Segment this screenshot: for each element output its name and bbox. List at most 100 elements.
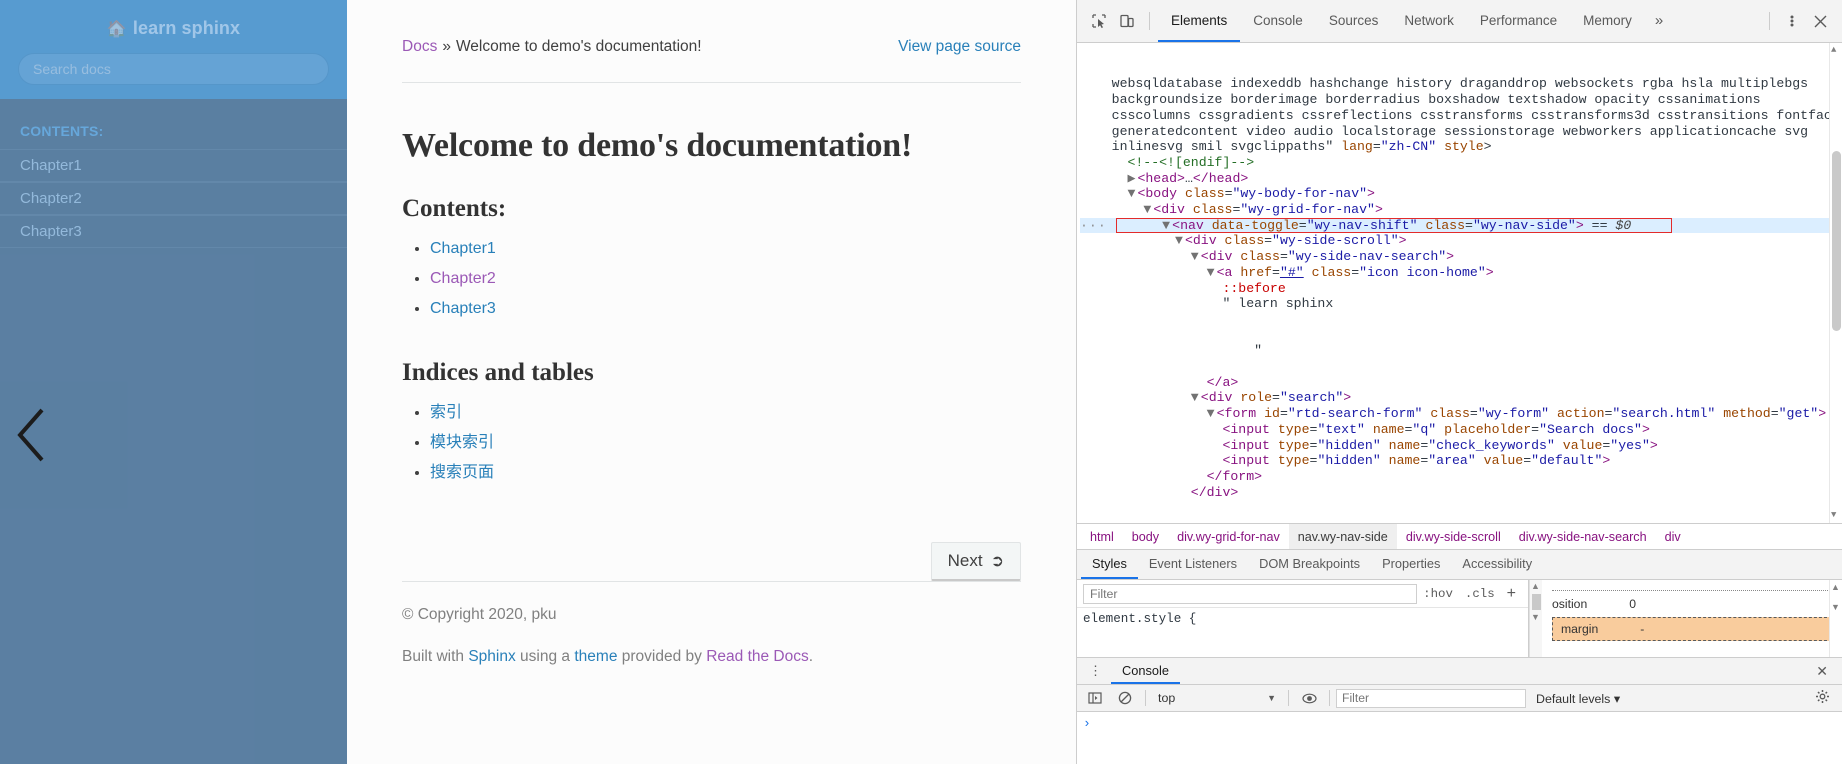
- drawer-more-options-icon[interactable]: ⋮: [1081, 663, 1111, 679]
- dom-node[interactable]: <!--<![endif]-->: [1080, 155, 1842, 171]
- view-page-source-link[interactable]: View page source: [898, 38, 1021, 56]
- tab-console[interactable]: Console: [1240, 0, 1316, 42]
- home-brand-link[interactable]: 🏠learn sphinx: [18, 12, 329, 53]
- dom-node[interactable]: generatedcontent video audio localstorag…: [1080, 124, 1842, 140]
- dom-node[interactable]: [1080, 312, 1842, 328]
- dom-node[interactable]: ::before: [1080, 281, 1842, 297]
- index-link-modindex[interactable]: 模块索引: [430, 434, 494, 451]
- node-badge-icon[interactable]: ···: [1080, 218, 1107, 233]
- sphinx-link[interactable]: Sphinx: [468, 648, 515, 665]
- dom-node[interactable]: ▼<body class="wy-body-for-nav">: [1080, 186, 1842, 202]
- position-value[interactable]: 0: [1629, 597, 1636, 611]
- content-link-chapter3[interactable]: Chapter3: [430, 300, 496, 317]
- inspect-element-icon[interactable]: [1085, 7, 1113, 35]
- dom-node[interactable]: </div>: [1080, 485, 1842, 501]
- dom-node[interactable]: [1080, 328, 1842, 344]
- new-style-rule-button[interactable]: +: [1501, 585, 1522, 603]
- dom-node[interactable]: </a>: [1080, 375, 1842, 391]
- dom-node[interactable]: ": [1080, 343, 1842, 359]
- scrollbar-thumb[interactable]: [1832, 151, 1841, 331]
- breadcrumb-docs-link[interactable]: Docs: [402, 38, 437, 56]
- styles-tab-properties[interactable]: Properties: [1371, 550, 1451, 579]
- dom-node[interactable]: websqldatabase indexeddb hashchange hist…: [1080, 76, 1842, 92]
- device-toolbar-icon[interactable]: [1113, 7, 1141, 35]
- breadcrumb-node-0[interactable]: html: [1081, 524, 1123, 549]
- dom-node[interactable]: <input type="hidden" name="area" value="…: [1080, 453, 1842, 469]
- styles-tab-accessibility[interactable]: Accessibility: [1451, 550, 1543, 579]
- dom-node[interactable]: csscolumns cssgradients cssreflections c…: [1080, 108, 1842, 124]
- styles-scroll-up-icon[interactable]: ▲: [1531, 581, 1540, 591]
- index-link-search[interactable]: 搜索页面: [430, 464, 494, 481]
- sidebar-item-chapter2[interactable]: Chapter2: [0, 182, 347, 215]
- styles-filter-input[interactable]: [1083, 584, 1417, 604]
- sidebar-item-chapter3[interactable]: Chapter3: [0, 215, 347, 248]
- drawer-tab-console[interactable]: Console: [1111, 658, 1180, 684]
- dom-node[interactable]: ▶<head>…</head>: [1080, 171, 1842, 187]
- dom-node[interactable]: backgroundsize borderimage borderradius …: [1080, 92, 1842, 108]
- dom-node-selected[interactable]: ··· ▼<nav data-toggle="wy-nav-shift" cla…: [1080, 218, 1842, 234]
- dom-node[interactable]: [1080, 359, 1842, 375]
- dom-node[interactable]: ▼<div role="search">: [1080, 390, 1842, 406]
- breadcrumb-node-5[interactable]: div.wy-side-nav-search: [1510, 524, 1656, 549]
- breadcrumb-node-3[interactable]: nav.wy-nav-side: [1289, 524, 1397, 549]
- dom-node[interactable]: <input type="text" name="q" placeholder=…: [1080, 422, 1842, 438]
- live-expression-icon[interactable]: [1295, 684, 1323, 712]
- console-context-select[interactable]: top ▼: [1152, 691, 1282, 705]
- dom-node[interactable]: ▼<div class="wy-side-scroll">: [1080, 233, 1842, 249]
- clear-console-icon[interactable]: [1111, 684, 1139, 712]
- dom-node[interactable]: </form>: [1080, 469, 1842, 485]
- dom-node[interactable]: " learn sphinx: [1080, 296, 1842, 312]
- index-link-genindex[interactable]: 索引: [430, 404, 462, 421]
- breadcrumb-node-4[interactable]: div.wy-side-scroll: [1397, 524, 1510, 549]
- console-sidebar-icon[interactable]: [1081, 684, 1109, 712]
- dom-node[interactable]: inlinesvg smil svgclippaths" lang="zh-CN…: [1080, 139, 1842, 155]
- drawer-close-icon[interactable]: ✕: [1806, 663, 1838, 680]
- tab-memory[interactable]: Memory: [1570, 0, 1645, 42]
- content-link-chapter2[interactable]: Chapter2: [430, 270, 496, 287]
- dom-node[interactable]: ▼<div class="wy-grid-for-nav">: [1080, 202, 1842, 218]
- element-style-rule[interactable]: element.style {: [1077, 608, 1528, 630]
- more-tabs-icon[interactable]: »: [1645, 0, 1673, 42]
- dom-node[interactable]: <input type="hidden" name="check_keyword…: [1080, 438, 1842, 454]
- dom-tree-scrollbar[interactable]: ▲ ▼: [1829, 43, 1842, 523]
- more-options-icon[interactable]: [1778, 7, 1806, 35]
- styles-scrollbar-thumb[interactable]: [1532, 594, 1541, 610]
- dom-node[interactable]: ▼<div class="wy-side-nav-search">: [1080, 249, 1842, 265]
- element-classes-button[interactable]: .cls: [1459, 587, 1501, 601]
- tab-elements[interactable]: Elements: [1158, 0, 1240, 42]
- breadcrumb-node-1[interactable]: body: [1123, 524, 1168, 549]
- dom-node[interactable]: ▼<form id="rtd-search-form" class="wy-fo…: [1080, 406, 1842, 422]
- search-input[interactable]: [18, 53, 329, 85]
- settings-gear-icon[interactable]: [1807, 689, 1838, 707]
- next-page-button[interactable]: Next➲: [931, 542, 1021, 581]
- console-levels-dropdown[interactable]: Default levels ▾: [1528, 691, 1628, 706]
- styles-scroll-down-icon[interactable]: ▼: [1531, 612, 1540, 622]
- read-the-docs-link[interactable]: Read the Docs: [706, 648, 809, 665]
- dom-tree[interactable]: websqldatabase indexeddb hashchange hist…: [1077, 43, 1842, 523]
- console-output[interactable]: ›: [1077, 712, 1842, 764]
- theme-link[interactable]: theme: [574, 648, 617, 665]
- computed-scrollbar[interactable]: ▲ ▼: [1829, 580, 1842, 657]
- close-icon[interactable]: [1806, 7, 1834, 35]
- sidebar-item-chapter1[interactable]: Chapter1: [0, 149, 347, 182]
- styles-tab-dom-breakpoints[interactable]: DOM Breakpoints: [1248, 550, 1371, 579]
- tab-network[interactable]: Network: [1391, 0, 1467, 42]
- box-model-position-row: osition 0: [1552, 597, 1832, 611]
- scroll-up-icon[interactable]: ▲: [1831, 45, 1836, 56]
- console-levels-label: Default levels: [1536, 692, 1610, 706]
- console-filter-input[interactable]: [1336, 689, 1526, 708]
- tab-sources[interactable]: Sources: [1316, 0, 1392, 42]
- margin-value[interactable]: -: [1640, 622, 1644, 636]
- scroll-down-icon[interactable]: ▼: [1831, 510, 1836, 521]
- content-link-chapter1[interactable]: Chapter1: [430, 240, 496, 257]
- styles-scrollbar[interactable]: ▲ ▼: [1529, 580, 1542, 657]
- computed-scroll-down-icon[interactable]: ▼: [1831, 602, 1840, 612]
- tab-performance[interactable]: Performance: [1467, 0, 1570, 42]
- computed-scroll-up-icon[interactable]: ▲: [1831, 582, 1840, 592]
- breadcrumb-node-6[interactable]: div: [1656, 524, 1690, 549]
- styles-tab-event-listeners[interactable]: Event Listeners: [1138, 550, 1248, 579]
- force-state-button[interactable]: :hov: [1417, 587, 1459, 601]
- dom-node[interactable]: ▼<a href="#" class="icon icon-home">: [1080, 265, 1842, 281]
- styles-tab-styles[interactable]: Styles: [1081, 550, 1138, 579]
- breadcrumb-node-2[interactable]: div.wy-grid-for-nav: [1168, 524, 1289, 549]
